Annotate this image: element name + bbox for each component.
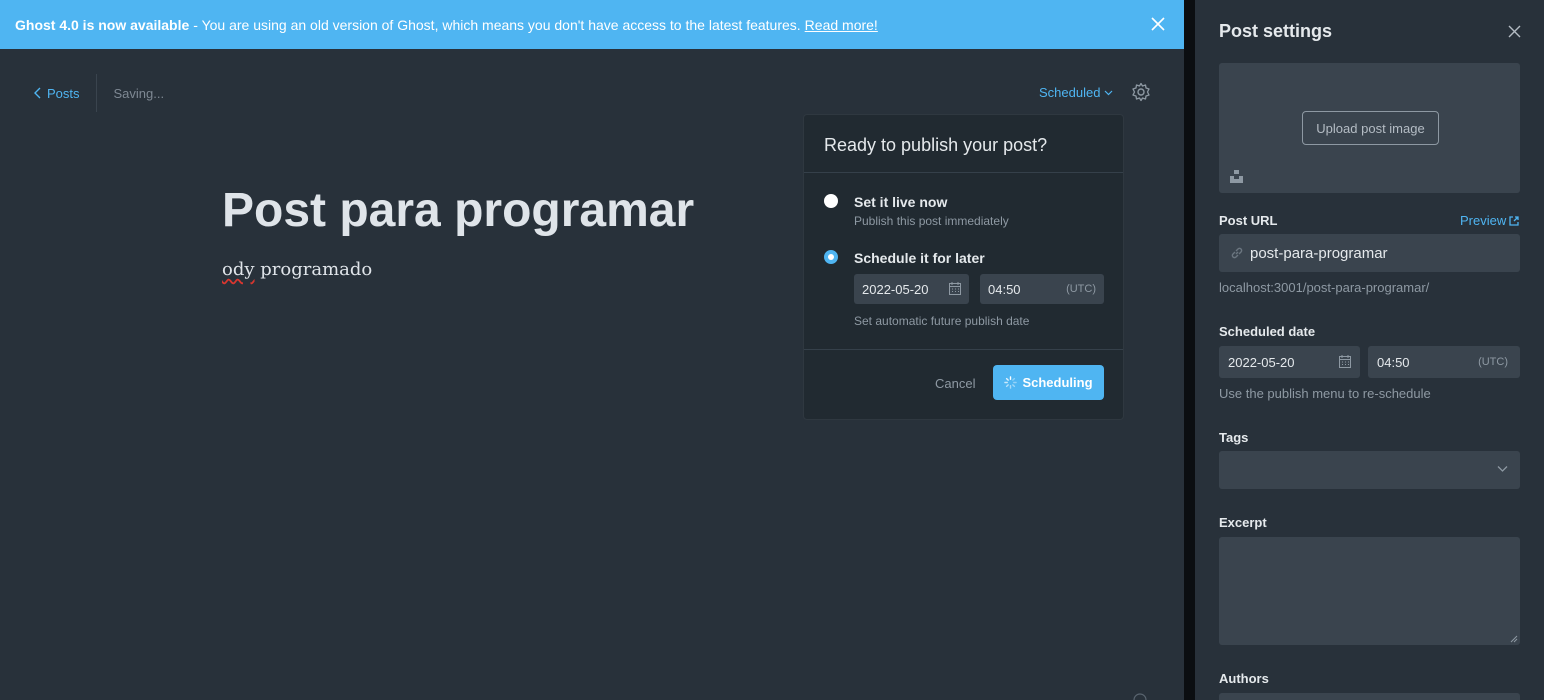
- banner-message: - You are using an old version of Ghost,…: [193, 16, 801, 33]
- divider: [804, 349, 1123, 350]
- saving-status: Saving...: [113, 85, 165, 101]
- help-icon[interactable]: [1133, 693, 1147, 700]
- reschedule-hint: Use the publish menu to re-schedule: [1219, 386, 1431, 401]
- preview-label: Preview: [1460, 213, 1507, 228]
- authors-input[interactable]: [1219, 693, 1520, 700]
- option-now-desc: Publish this post immediately: [854, 214, 1009, 228]
- divider: [95, 74, 97, 112]
- schedule-date-input[interactable]: 2022-05-20: [854, 274, 969, 304]
- back-label: Posts: [47, 85, 80, 101]
- calendar-icon[interactable]: [1339, 355, 1351, 368]
- post-image-dropzone[interactable]: Upload post image: [1219, 63, 1520, 193]
- option-now-label: Set it live now: [854, 194, 948, 210]
- post-settings-panel: Post settings Upload post image Post URL…: [1195, 0, 1544, 700]
- post-url-slug: post-para-programar: [1250, 244, 1388, 262]
- preview-link[interactable]: Preview: [1460, 213, 1519, 228]
- schedule-hint: Set automatic future publish date: [854, 314, 1030, 328]
- calendar-icon[interactable]: [949, 282, 961, 295]
- post-body[interactable]: ody programado: [222, 259, 372, 280]
- chevron-down-icon: [1105, 90, 1113, 95]
- settings-title: Post settings: [1219, 21, 1333, 41]
- misspelled-word: ody: [222, 259, 255, 280]
- banner-strong-text: Ghost 4.0 is now available: [15, 16, 190, 33]
- option-later-label: Schedule it for later: [854, 250, 985, 266]
- external-link-icon: [1509, 215, 1519, 226]
- authors-label: Authors: [1219, 671, 1269, 686]
- link-icon: [1231, 247, 1243, 259]
- close-icon[interactable]: [1150, 16, 1166, 32]
- excerpt-label: Excerpt: [1219, 515, 1267, 530]
- unsplash-icon[interactable]: [1230, 170, 1243, 183]
- upload-post-image-button[interactable]: Upload post image: [1302, 111, 1439, 145]
- publish-menu-popover: Ready to publish your post? Set it live …: [803, 114, 1124, 420]
- schedule-time-value: 04:50: [988, 281, 1021, 297]
- post-status-label: Scheduled: [1039, 85, 1101, 100]
- chevron-left-icon: [34, 87, 41, 99]
- tags-input[interactable]: [1219, 451, 1520, 489]
- excerpt-textarea[interactable]: [1219, 537, 1520, 645]
- publish-menu-title: Ready to publish your post?: [824, 135, 1048, 155]
- publish-menu-trigger[interactable]: Scheduled: [1039, 85, 1113, 100]
- spinner-icon: [1004, 376, 1018, 389]
- scheduled-date-label: Scheduled date: [1219, 324, 1316, 339]
- banner-read-more-link[interactable]: Read more!: [805, 17, 878, 33]
- scheduled-time-value: 04:50: [1377, 354, 1410, 370]
- cancel-button[interactable]: Cancel: [935, 376, 975, 391]
- editor-topbar: Posts Saving...: [34, 74, 165, 112]
- post-body-text: programado: [254, 259, 373, 280]
- radio-schedule-later[interactable]: [824, 250, 838, 264]
- schedule-date-value: 2022-05-20: [862, 281, 929, 297]
- timezone-label: (UTC): [1478, 356, 1508, 368]
- scheduled-date-value: 2022-05-20: [1228, 354, 1295, 370]
- scheduled-time-input[interactable]: 04:50 (UTC): [1368, 346, 1520, 378]
- scheduling-label: Scheduling: [1022, 375, 1093, 390]
- editor-pane: Ghost 4.0 is now available - You are usi…: [0, 0, 1184, 700]
- post-url-label: Post URL: [1219, 213, 1278, 228]
- close-icon[interactable]: [1508, 25, 1521, 38]
- back-to-posts-link[interactable]: Posts: [34, 86, 80, 101]
- divider: [804, 172, 1123, 173]
- chevron-down-icon: [1497, 466, 1508, 472]
- schedule-time-input[interactable]: 04:50 (UTC): [980, 274, 1104, 304]
- post-url-input[interactable]: post-para-programar: [1219, 234, 1520, 272]
- post-title[interactable]: Post para programar: [222, 183, 694, 238]
- scheduled-date-input[interactable]: 2022-05-20: [1219, 346, 1360, 378]
- resize-grip-icon[interactable]: [1510, 635, 1518, 643]
- gear-icon[interactable]: [1131, 82, 1151, 102]
- scheduling-button[interactable]: Scheduling: [993, 365, 1104, 400]
- pane-divider: [1184, 0, 1195, 700]
- full-post-url: localhost:3001/post-para-programar/: [1219, 280, 1430, 295]
- tags-label: Tags: [1219, 430, 1249, 445]
- upgrade-banner: Ghost 4.0 is now available - You are usi…: [0, 0, 1184, 49]
- radio-publish-now[interactable]: [824, 194, 838, 208]
- timezone-label: (UTC): [1066, 283, 1096, 295]
